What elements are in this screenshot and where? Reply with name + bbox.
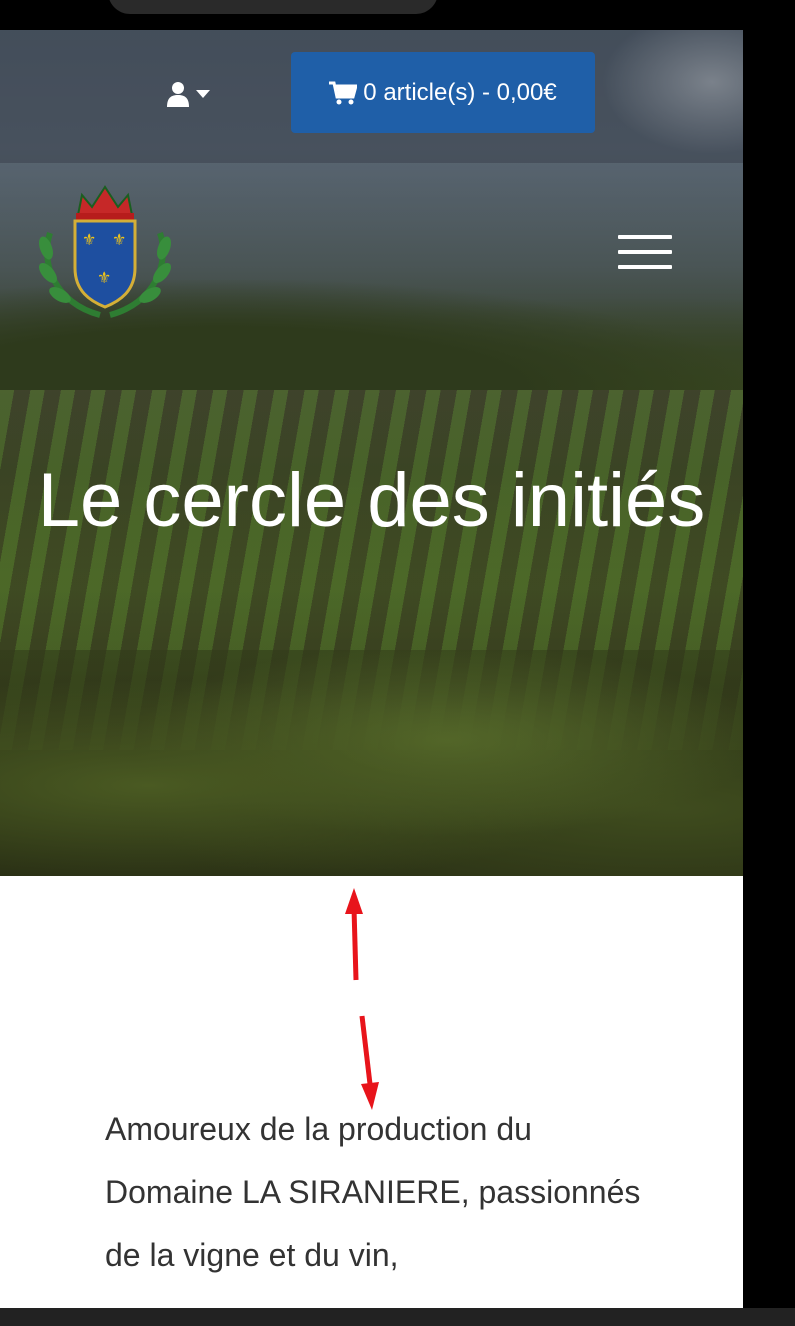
hero-title: Le cercle des initiés [37,458,706,543]
hero-bushes [0,650,743,876]
browser-notch [108,0,438,14]
shopping-cart-icon [329,81,358,104]
hamburger-menu-icon[interactable] [618,235,672,271]
user-menu-toggle[interactable] [166,80,210,108]
svg-text:⚜: ⚜ [112,230,126,249]
page-viewport: 0 article(s) - 0,00€ ⚜ ⚜ ⚜ Le cercle des… [0,30,743,1308]
intro-paragraph: Amoureux de la production du Domaine LA … [105,1111,641,1273]
bottom-bar [0,1308,795,1326]
svg-text:⚜: ⚜ [97,268,111,287]
svg-text:⚜: ⚜ [82,230,96,249]
content-section: Amoureux de la production du Domaine LA … [0,876,743,1308]
domain-logo[interactable]: ⚜ ⚜ ⚜ [30,173,180,323]
cart-button[interactable]: 0 article(s) - 0,00€ [291,52,595,133]
cart-label: 0 article(s) - 0,00€ [363,78,557,106]
caret-down-icon [196,90,210,98]
hero-banner: 0 article(s) - 0,00€ ⚜ ⚜ ⚜ Le cercle des… [0,30,743,876]
top-bar: 0 article(s) - 0,00€ [0,30,743,163]
user-icon [167,82,189,107]
